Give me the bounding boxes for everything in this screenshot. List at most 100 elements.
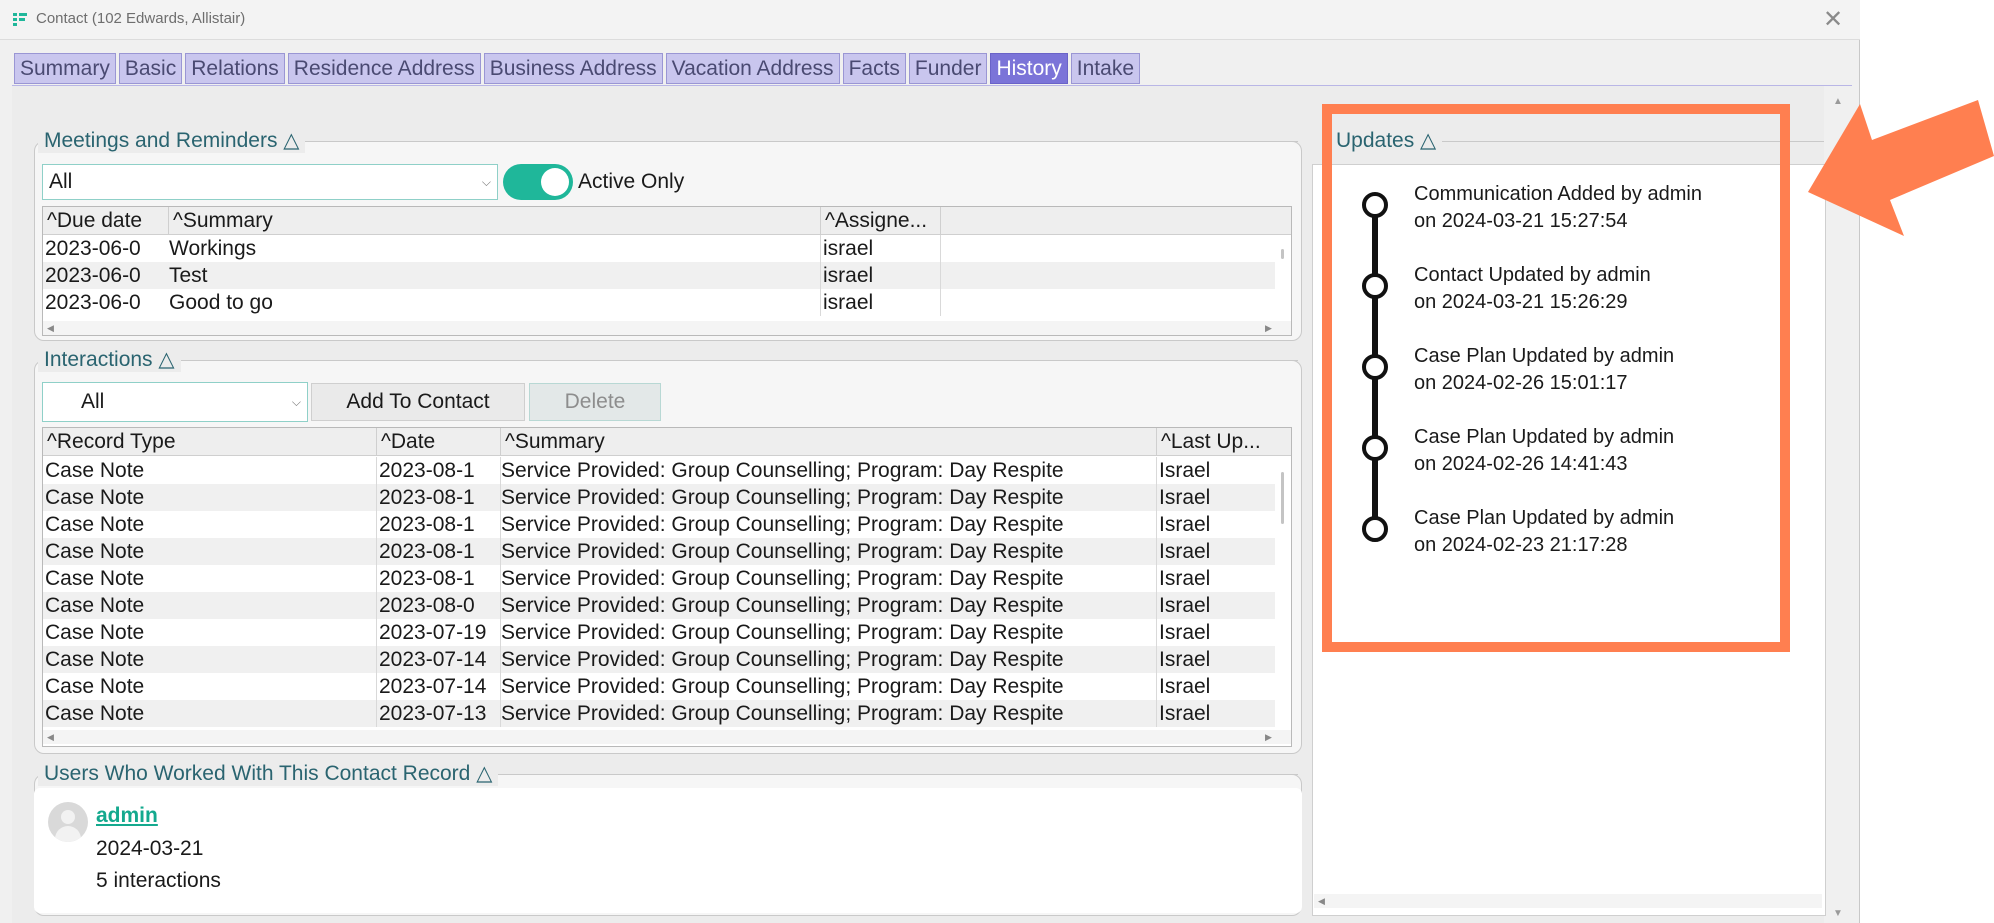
table-row[interactable]: Case Note 2023-07-14 Service Provided: G… — [43, 646, 1275, 673]
tab-history[interactable]: History — [990, 53, 1068, 84]
interactions-filter-select[interactable]: All ⌵ — [42, 382, 308, 422]
scroll-right-icon[interactable]: ▶ — [1265, 730, 1272, 744]
col-summary[interactable]: ^Summary — [169, 207, 821, 235]
record-type-cell: Case Note — [43, 619, 377, 646]
summary-cell: Service Provided: Group Counselling; Pro… — [499, 592, 1157, 619]
active-only-label: Active Only — [578, 170, 685, 193]
col-due-date[interactable]: ^Due date — [43, 207, 169, 235]
scroll-down-icon[interactable]: ▼ — [1833, 908, 1843, 919]
chevron-down-icon: ⌵ — [481, 175, 491, 189]
meetings-filter-value: All — [49, 170, 73, 193]
table-row[interactable]: Case Note 2023-08-1 Service Provided: Gr… — [43, 538, 1275, 565]
tab-summary[interactable]: Summary — [14, 53, 116, 84]
interactions-table-header: ^Record Type ^Date ^Summary ^Last Up... — [43, 428, 1291, 456]
delete-button[interactable]: Delete — [529, 383, 661, 421]
tab-vacation-address[interactable]: Vacation Address — [665, 53, 840, 84]
interactions-title-line — [196, 360, 1298, 361]
tab-residence-address[interactable]: Residence Address — [287, 53, 481, 84]
table-row[interactable]: Case Note 2023-08-0 Service Provided: Gr… — [43, 592, 1275, 619]
col-date[interactable]: ^Date — [377, 428, 501, 456]
last-updated-cell: Israel — [1159, 486, 1211, 509]
tab-basic[interactable]: Basic — [118, 53, 183, 84]
window-title: Contact (102 Edwards, Allistair) — [36, 10, 246, 27]
table-row[interactable]: Case Note 2023-08-1 Service Provided: Gr… — [43, 511, 1275, 538]
interactions-title[interactable]: Interactions △ — [38, 348, 181, 372]
assignee-cell: israel — [821, 289, 941, 316]
due-date-cell: 2023-06-0 — [45, 237, 141, 260]
table-row[interactable]: 2023-06-0 Workings israel — [43, 235, 1275, 262]
summary-cell: Service Provided: Group Counselling; Pro… — [499, 484, 1157, 511]
last-updated-cell: Israel — [1159, 459, 1211, 482]
summary-cell: Test — [167, 262, 821, 289]
date-cell: 2023-08-0 — [377, 592, 501, 619]
last-updated-cell: Israel — [1159, 540, 1211, 563]
record-type-cell: Case Note — [43, 592, 377, 619]
user-link[interactable]: admin — [96, 804, 158, 828]
table-row[interactable]: Case Note 2023-07-14 Service Provided: G… — [43, 673, 1275, 700]
user-last-date: 2024-03-21 — [96, 837, 204, 860]
last-updated-cell: Israel — [1159, 594, 1211, 617]
table-row[interactable]: Case Note 2023-08-1 Service Provided: Gr… — [43, 565, 1275, 592]
summary-cell: Service Provided: Group Counselling; Pro… — [499, 511, 1157, 538]
scroll-left-icon[interactable]: ◀ — [47, 321, 54, 335]
highlight-box — [1322, 104, 1790, 652]
summary-cell: Service Provided: Group Counselling; Pro… — [499, 619, 1157, 646]
tab-intake[interactable]: Intake — [1070, 53, 1141, 84]
chevron-down-icon: ⌵ — [291, 395, 301, 409]
tab-facts[interactable]: Facts — [842, 53, 906, 84]
summary-cell: Service Provided: Group Counselling; Pro… — [499, 646, 1157, 673]
last-updated-cell: Israel — [1159, 648, 1211, 671]
close-icon[interactable]: ✕ — [1815, 4, 1851, 36]
col-assignee[interactable]: ^Assigne... — [821, 207, 941, 235]
avatar-body — [55, 826, 81, 842]
user-interaction-count: 5 interactions — [96, 869, 221, 892]
users-title[interactable]: Users Who Worked With This Contact Recor… — [38, 762, 499, 786]
summary-cell: Service Provided: Group Counselling; Pro… — [499, 700, 1157, 727]
meetings-hscroll[interactable]: ◀ ▶ — [43, 321, 1291, 335]
assignee-cell: israel — [821, 235, 941, 262]
due-date-cell: 2023-06-0 — [45, 264, 141, 287]
col-summary[interactable]: ^Summary — [501, 428, 1157, 456]
record-type-cell: Case Note — [43, 673, 377, 700]
scroll-left-icon[interactable]: ◀ — [47, 730, 54, 744]
interactions-hscroll[interactable]: ◀ ▶ — [43, 730, 1291, 744]
tab-business-address[interactable]: Business Address — [483, 53, 663, 84]
date-cell: 2023-08-1 — [377, 538, 501, 565]
scroll-left-icon[interactable]: ◀ — [1318, 894, 1325, 908]
active-only-toggle[interactable] — [503, 164, 573, 200]
record-type-cell: Case Note — [43, 484, 377, 511]
record-type-cell: Case Note — [43, 457, 377, 484]
tab-funder[interactable]: Funder — [908, 53, 988, 84]
record-type-cell: Case Note — [43, 646, 377, 673]
table-row[interactable]: 2023-06-0 Test israel — [43, 262, 1275, 289]
col-record-type[interactable]: ^Record Type — [43, 428, 377, 456]
user-avatar-icon — [48, 802, 88, 842]
avatar-head — [61, 810, 75, 824]
interactions-vscroll-thumb[interactable] — [1281, 472, 1284, 524]
title-bar: Contact (102 Edwards, Allistair) ✕ — [0, 0, 1860, 40]
tab-relations[interactable]: Relations — [185, 53, 285, 84]
meetings-title-line — [322, 141, 1298, 142]
add-to-contact-button[interactable]: Add To Contact — [311, 383, 525, 421]
updates-hscroll[interactable]: ◀ — [1314, 894, 1822, 908]
users-panel: admin 2024-03-21 5 interactions — [34, 788, 1302, 913]
summary-cell: Service Provided: Group Counselling; Pro… — [499, 457, 1157, 484]
scroll-right-icon[interactable]: ▶ — [1265, 321, 1272, 335]
table-row[interactable]: Case Note 2023-08-1 Service Provided: Gr… — [43, 484, 1275, 511]
meetings-title[interactable]: Meetings and Reminders △ — [38, 129, 306, 153]
table-row[interactable]: Case Note 2023-07-19 Service Provided: G… — [43, 619, 1275, 646]
date-cell: 2023-07-14 — [377, 646, 501, 673]
toggle-knob — [541, 168, 569, 196]
table-row[interactable]: Case Note 2023-08-1 Service Provided: Gr… — [43, 457, 1275, 484]
summary-cell: Service Provided: Group Counselling; Pro… — [499, 538, 1157, 565]
table-row[interactable]: Case Note 2023-07-13 Service Provided: G… — [43, 700, 1275, 727]
assignee-cell: israel — [821, 262, 941, 289]
record-type-cell: Case Note — [43, 511, 377, 538]
summary-cell: Service Provided: Group Counselling; Pro… — [499, 673, 1157, 700]
meetings-vscroll-thumb[interactable] — [1281, 249, 1284, 259]
summary-cell: Good to go — [167, 289, 821, 316]
meetings-filter-select[interactable]: All ⌵ — [42, 164, 498, 200]
table-row[interactable]: 2023-06-0 Good to go israel — [43, 289, 1275, 316]
col-last-updated[interactable]: ^Last Up... — [1157, 428, 1291, 456]
date-cell: 2023-08-1 — [377, 565, 501, 592]
